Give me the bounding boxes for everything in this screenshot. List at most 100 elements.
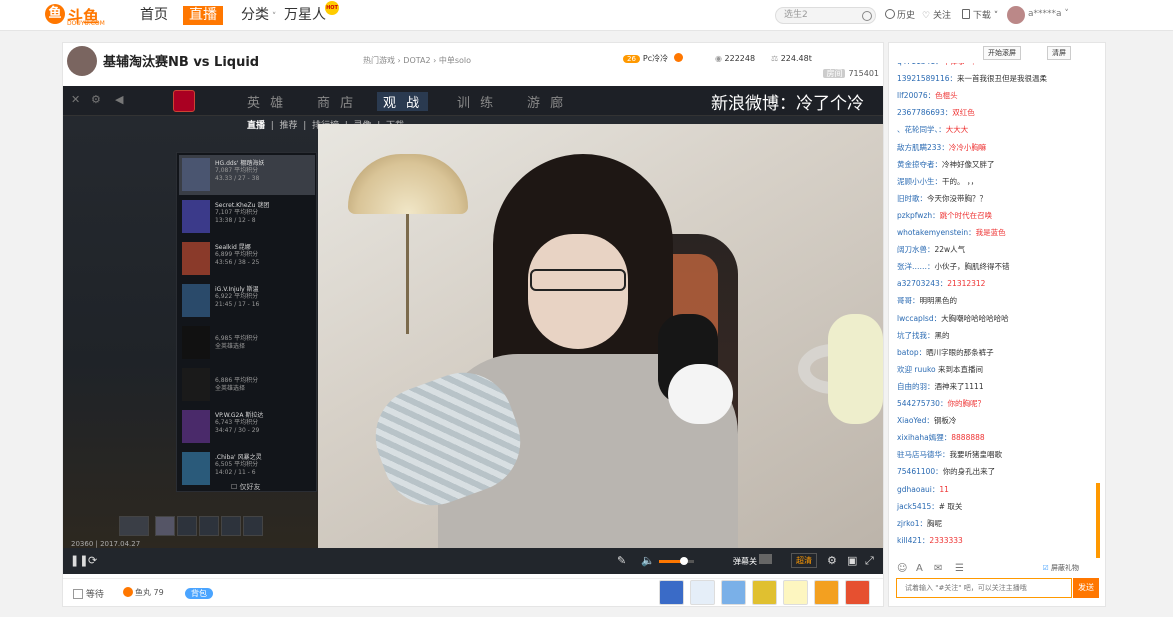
username-menu[interactable]: a*****a ˅ bbox=[1028, 9, 1069, 19]
video-player[interactable]: ✕ ⚙ ◀ 英 雄 商 店 观 战 训 练 游 廊 新浪微博：冷了个冷 直播 |… bbox=[63, 86, 883, 574]
rocket-gift-icon[interactable] bbox=[659, 580, 684, 605]
pause-icon[interactable]: ❚❚ bbox=[70, 554, 88, 568]
chat-username[interactable]: whotakemyenstein： bbox=[897, 228, 976, 237]
chat-username[interactable]: 泥顾小小生： bbox=[897, 177, 942, 186]
volume-slider[interactable] bbox=[659, 557, 694, 565]
chat-username[interactable]: jack5415： bbox=[897, 502, 939, 511]
chat-username[interactable]: zjrko1： bbox=[897, 519, 927, 528]
medal-gift-icon[interactable] bbox=[814, 580, 839, 605]
chat-username[interactable]: 544275730： bbox=[897, 399, 947, 408]
chat-text: 冷神好像又胖了 bbox=[942, 159, 995, 169]
volume-knob[interactable] bbox=[679, 557, 688, 565]
block-gifts-toggle[interactable]: ☑ 屏蔽礼物 bbox=[1042, 563, 1079, 573]
mail-icon[interactable]: ✉ bbox=[934, 563, 942, 574]
chat-username[interactable]: 自由的羽： bbox=[897, 382, 935, 391]
player-score: 全英雄选择 bbox=[215, 385, 246, 392]
fish-logo-icon: 鱼 bbox=[45, 4, 65, 24]
chat-text: 大大大 bbox=[945, 125, 969, 135]
player-name: iG.V.Injuly 斯温 bbox=[215, 286, 259, 293]
player-name: HG.dds' 棚踏海妖 bbox=[215, 160, 265, 167]
room-id-label: 房间 bbox=[823, 69, 846, 78]
auto-scroll-button[interactable]: 开始滚屏 bbox=[983, 46, 1021, 60]
chat-username[interactable]: 、花轮同学、： bbox=[897, 125, 946, 134]
nav-home[interactable]: 首页 bbox=[140, 6, 168, 25]
bag-button[interactable]: 背包 bbox=[185, 588, 213, 599]
chat-toolbar: 开始滚屏 清屏 bbox=[889, 43, 1105, 63]
chat-text: 我是蓝色 bbox=[975, 228, 1006, 237]
chat-username[interactable]: 阔刀水兽： bbox=[897, 245, 935, 254]
chat-username[interactable]: lwccaplsd： bbox=[897, 314, 941, 323]
chat-username[interactable]: 黄金掠夺者： bbox=[897, 160, 942, 169]
chat-username[interactable]: xixihaha嫣狸： bbox=[897, 433, 951, 442]
heart-gift-icon[interactable] bbox=[845, 580, 870, 605]
chat-username[interactable]: 哥哥： bbox=[897, 296, 920, 305]
chevron-down-icon: ˅ bbox=[269, 12, 277, 22]
helmet-gift-icon[interactable] bbox=[752, 580, 777, 605]
chat-message: xixihaha嫣狸：8888888 bbox=[897, 432, 985, 443]
anchor-avatar[interactable] bbox=[67, 46, 97, 76]
chat-username[interactable]: llf20076： bbox=[897, 91, 935, 100]
nav-stars[interactable]: 万星人 bbox=[284, 6, 326, 25]
chat-username[interactable]: gdhaoaui： bbox=[897, 485, 939, 494]
plane-gift-icon[interactable] bbox=[690, 580, 715, 605]
player-meta: 6,985 平均积分 全英雄选择 bbox=[215, 335, 258, 351]
chat-username[interactable]: 欢迎 ruuko bbox=[897, 365, 938, 374]
chat-username[interactable]: 13921589116： bbox=[897, 74, 957, 83]
history-button[interactable]: 历史 bbox=[885, 8, 915, 21]
wave-gift-icon[interactable] bbox=[783, 580, 808, 605]
chat-username[interactable]: 旧时歌： bbox=[897, 194, 927, 203]
checkbox-icon: ☑ bbox=[1042, 564, 1049, 572]
chat-username[interactable]: a32703243： bbox=[897, 279, 947, 288]
chat-input[interactable]: 试着输入 "#关注" 吧，可以关注主播哦 bbox=[896, 578, 1072, 598]
danmu-toggle[interactable]: 弹幕关 bbox=[733, 554, 772, 567]
chat-username[interactable]: 张洋……： bbox=[897, 262, 935, 271]
font-icon[interactable]: A bbox=[916, 563, 923, 574]
clear-chat-button[interactable]: 清屏 bbox=[1047, 46, 1071, 60]
nav-live[interactable]: 直播 bbox=[183, 6, 223, 25]
weibo-watermark: 新浪微博：冷了个冷 bbox=[711, 94, 864, 114]
fullscreen-icon[interactable]: ⤢ bbox=[865, 554, 874, 568]
list-icon[interactable]: ☰ bbox=[955, 563, 964, 574]
anchor-name[interactable]: Pc冷冷 bbox=[643, 54, 668, 63]
gear-icon[interactable]: ⚙ bbox=[827, 554, 837, 568]
download-label: 下载 bbox=[972, 11, 991, 21]
chat-message: 欢迎 ruuko 来到本直播间 bbox=[897, 364, 983, 375]
chat-username[interactable]: 2367786693： bbox=[897, 108, 952, 117]
douyu-logo[interactable]: 鱼 斗鱼 DOUYU.COM bbox=[45, 3, 107, 28]
player-score: 43:56 / 38 - 25 bbox=[215, 259, 260, 266]
weight-icon: ⚖ bbox=[771, 54, 779, 63]
chat-message: whotakemyenstein：我是蓝色 bbox=[897, 227, 1006, 238]
breadcrumb[interactable]: 热门游戏 › DOTA2 › 中单solo bbox=[363, 55, 471, 66]
theater-mode-icon[interactable]: ▣ bbox=[847, 554, 857, 568]
chat-username[interactable]: XiaoYed： bbox=[897, 416, 934, 425]
refresh-icon[interactable]: ⟳ bbox=[88, 554, 97, 568]
history-label: 历史 bbox=[897, 11, 916, 21]
nav-category[interactable]: 分类 ˅ bbox=[241, 6, 276, 25]
chat-username[interactable]: 敌方肌瞒233： bbox=[897, 143, 949, 152]
send-button[interactable]: 发送 bbox=[1073, 578, 1099, 598]
chat-message: jack5415：# 取关 bbox=[897, 501, 962, 512]
search-input[interactable]: 选生2 bbox=[775, 7, 876, 24]
edit-icon[interactable]: ✎ bbox=[617, 554, 626, 568]
chat-scrollbar[interactable] bbox=[1096, 483, 1100, 558]
chat-text: 来一首我很丑但是我很温柔 bbox=[957, 74, 1047, 84]
subtab-featured: 推荐 bbox=[279, 121, 298, 131]
download-button[interactable]: 下载 ˅ bbox=[962, 8, 998, 21]
game-tab-heroes: 英 雄 bbox=[247, 96, 287, 111]
chat-username[interactable]: pzkpfwzh： bbox=[897, 211, 940, 220]
game-timestamp: 20360 | 2017.04.27 bbox=[71, 540, 141, 548]
chat-text: 明明黑色的 bbox=[919, 296, 958, 306]
ball-gift-icon[interactable] bbox=[721, 580, 746, 605]
user-avatar[interactable] bbox=[1007, 6, 1025, 24]
follow-button[interactable]: ♡ 关注 bbox=[922, 8, 951, 21]
chat-username[interactable]: 驻马店马德华： bbox=[897, 450, 950, 459]
search-icon[interactable] bbox=[862, 11, 872, 21]
volume-icon[interactable]: 🔈 bbox=[641, 554, 655, 568]
chat-username[interactable]: kill421： bbox=[897, 536, 929, 545]
chat-username[interactable]: 75461100： bbox=[897, 467, 943, 476]
chat-username[interactable]: 坑了找我： bbox=[897, 331, 935, 340]
quality-button[interactable]: 超清 bbox=[791, 553, 817, 568]
emoji-icon[interactable]: ☺ bbox=[897, 563, 907, 574]
streamer-glasses bbox=[530, 269, 626, 291]
chat-username[interactable]: batop： bbox=[897, 348, 926, 357]
